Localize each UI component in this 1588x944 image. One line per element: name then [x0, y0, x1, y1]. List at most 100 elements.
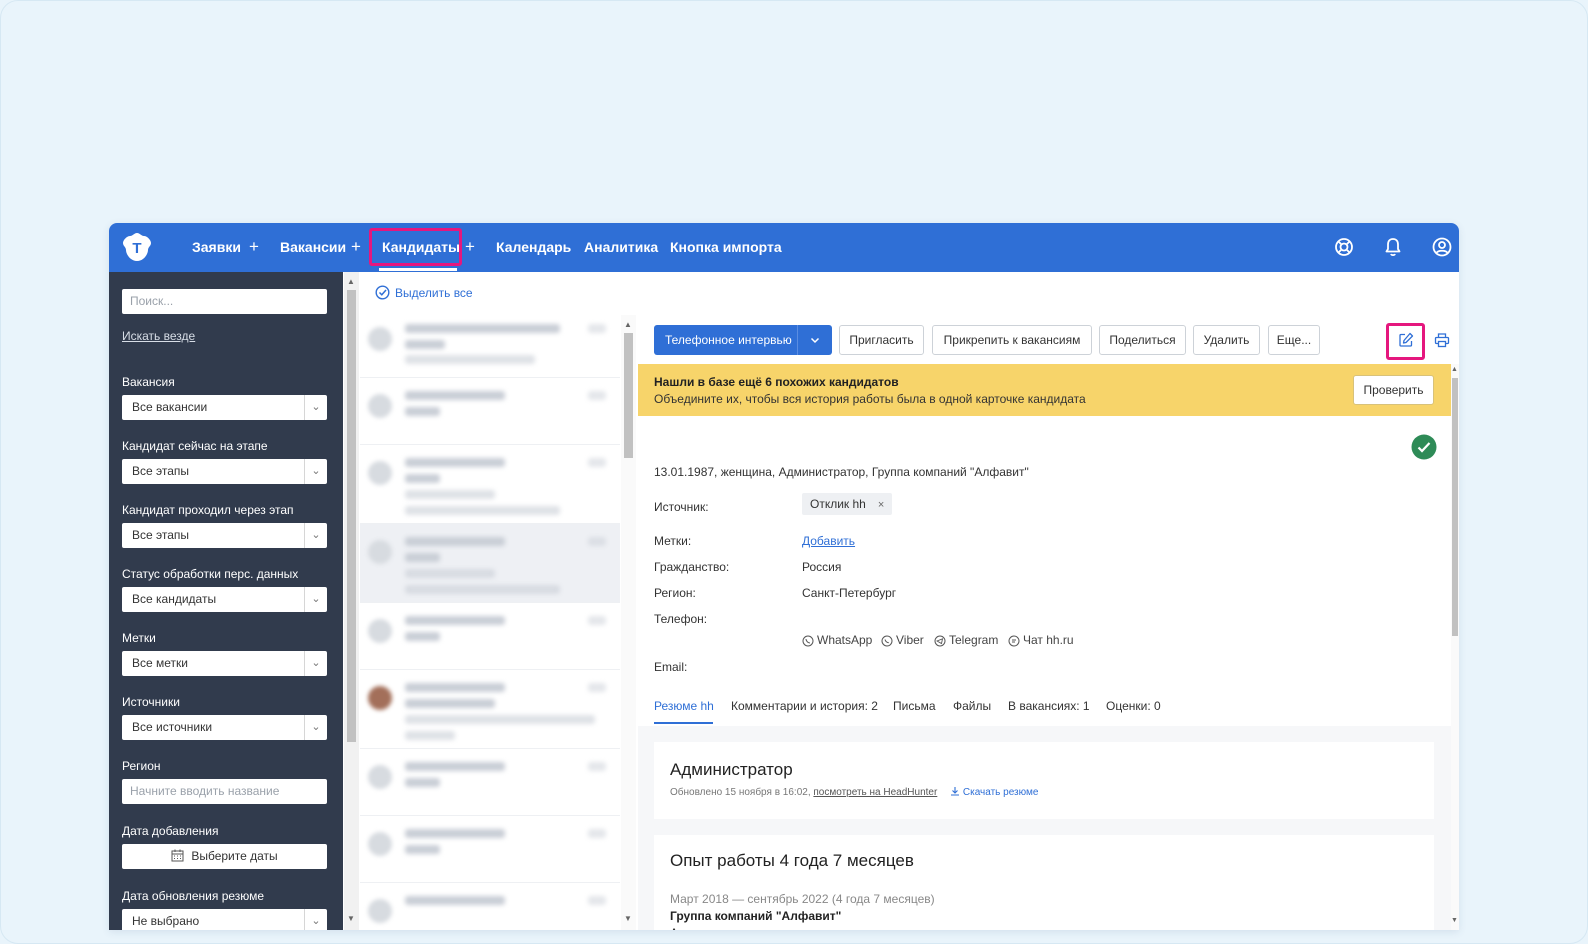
attach-to-vacancies-button[interactable]: Прикрепить к вакансиям: [932, 325, 1092, 355]
scroll-up-arrow-icon[interactable]: ▲: [1451, 366, 1458, 373]
help-lifebuoy-icon[interactable]: [1333, 236, 1355, 258]
resume-title: Администратор: [670, 760, 793, 779]
nav-item-requests[interactable]: Заявки: [192, 223, 241, 272]
check-circle-icon: [375, 285, 390, 300]
filter-passed-stage-value: Все этапы: [132, 528, 190, 542]
nav-item-vacancies[interactable]: Вакансии: [280, 223, 346, 272]
bell-icon[interactable]: [1382, 236, 1404, 258]
filter-sources-value: Все источники: [132, 720, 213, 734]
scroll-down-arrow-icon[interactable]: ▼: [1451, 917, 1458, 924]
tab-letters[interactable]: Письма: [893, 699, 936, 713]
hh-chat-link[interactable]: Чат hh.ru: [1008, 633, 1074, 647]
invite-button[interactable]: Пригласить: [839, 325, 924, 355]
nav-add-candidate-button[interactable]: +: [465, 223, 475, 272]
view-on-headhunter-link[interactable]: посмотреть на HeadHunter: [813, 787, 937, 798]
nav-item-calendar[interactable]: Календарь: [496, 223, 571, 272]
list-item[interactable]: [360, 445, 620, 524]
filter-vacancy-select[interactable]: Все вакансии ⌄: [122, 395, 327, 420]
filter-tags-select[interactable]: Все метки ⌄: [122, 651, 327, 676]
logo-icon[interactable]: T: [122, 232, 152, 262]
candidate-info: 13.01.1987, женщина, Администратор, Груп…: [638, 416, 1451, 726]
list-item[interactable]: [360, 883, 620, 930]
candidate-summary: 13.01.1987, женщина, Администратор, Груп…: [654, 465, 1029, 479]
tab-in-vacancies[interactable]: В вакансиях: 1: [1008, 699, 1090, 713]
filter-resume-update-select[interactable]: Не выбрано ⌄: [122, 909, 327, 930]
list-item[interactable]: [360, 670, 620, 749]
experience-role: Администратор: [670, 926, 757, 930]
filter-current-stage-select[interactable]: Все этапы ⌄: [122, 459, 327, 484]
nav-add-vacancy-button[interactable]: +: [351, 223, 361, 272]
logo-letter: T: [132, 240, 141, 257]
viber-icon: [881, 635, 893, 647]
filter-current-stage-value: Все этапы: [132, 464, 190, 478]
region-input[interactable]: Начните вводить название: [122, 779, 327, 804]
list-scrollbar-outer[interactable]: ▲ ▼: [344, 272, 359, 930]
filter-pd-status-select[interactable]: Все кандидаты ⌄: [122, 587, 327, 612]
list-scrollbar-thumb[interactable]: [347, 290, 356, 742]
filters-sidebar: Поиск... Искать везде Вакансия Все вакан…: [109, 272, 343, 930]
chevron-down-icon[interactable]: [797, 325, 832, 355]
list-item[interactable]: [360, 378, 620, 445]
tab-resume-hh[interactable]: Резюме hh: [654, 699, 714, 713]
top-nav: T Заявки + Вакансии + Кандидаты + Календ…: [109, 223, 1459, 272]
app-window: T Заявки + Вакансии + Кандидаты + Календ…: [109, 223, 1459, 930]
avatar: [368, 619, 392, 643]
download-resume-link[interactable]: Скачать резюме: [950, 787, 1038, 798]
source-chip-text: Отклик hh: [810, 497, 866, 511]
user-profile-icon[interactable]: [1431, 236, 1453, 258]
scroll-up-arrow-icon[interactable]: ▲: [624, 320, 632, 329]
tab-comments-history[interactable]: Комментарии и история: 2: [731, 699, 878, 713]
list-item-selected[interactable]: [360, 524, 620, 603]
candidate-list: [360, 311, 620, 930]
list-item[interactable]: [360, 603, 620, 670]
candidate-list-scrollbar[interactable]: ▲ ▼: [621, 315, 636, 930]
viber-link[interactable]: Viber: [881, 633, 924, 647]
remove-source-close-icon[interactable]: ×: [878, 499, 884, 511]
candidate-list-scrollbar-thumb[interactable]: [624, 333, 633, 458]
scroll-down-arrow-icon[interactable]: ▼: [624, 914, 632, 923]
date-picker-label: Выберите даты: [191, 849, 278, 863]
telegram-label: Telegram: [949, 633, 999, 647]
date-picker-button[interactable]: Выберите даты: [122, 844, 327, 869]
filter-sources-select[interactable]: Все источники ⌄: [122, 715, 327, 740]
whatsapp-link[interactable]: WhatsApp: [802, 633, 872, 647]
tab-ratings[interactable]: Оценки: 0: [1106, 699, 1161, 713]
citizenship-value: Россия: [802, 560, 842, 574]
filter-passed-stage-select[interactable]: Все этапы ⌄: [122, 523, 327, 548]
detail-scrollbar-thumb[interactable]: [1452, 378, 1458, 636]
avatar: [368, 899, 392, 923]
email-label: Email:: [654, 660, 688, 674]
stage-button-label: Телефонное интервью: [665, 333, 792, 347]
edit-icon[interactable]: [1398, 332, 1414, 348]
select-all-button[interactable]: Выделить все: [375, 285, 473, 300]
list-item[interactable]: [360, 749, 620, 816]
avatar: [368, 327, 392, 351]
chat-icon: [1008, 635, 1020, 647]
more-button[interactable]: Еще...: [1268, 325, 1320, 355]
scroll-down-arrow-icon[interactable]: ▼: [347, 914, 355, 923]
filter-pd-status-value: Все кандидаты: [132, 592, 217, 606]
source-label: Источник:: [654, 500, 709, 514]
search-input[interactable]: Поиск...: [122, 289, 327, 314]
nav-add-request-button[interactable]: +: [249, 223, 259, 272]
list-item[interactable]: [360, 816, 620, 883]
tab-files[interactable]: Файлы: [953, 699, 991, 713]
detail-scrollbar[interactable]: ▲ ▼: [1451, 364, 1459, 930]
avatar: [368, 765, 392, 789]
share-button[interactable]: Поделиться: [1099, 325, 1186, 355]
search-everywhere-link[interactable]: Искать везде: [122, 329, 195, 343]
check-duplicates-button[interactable]: Проверить: [1353, 375, 1434, 405]
telegram-link[interactable]: Telegram: [934, 633, 998, 647]
stage-phone-interview-button[interactable]: Телефонное интервью: [654, 325, 832, 355]
candidate-tabs: Резюме hh Комментарии и история: 2 Письм…: [638, 695, 1451, 726]
region-label: Регион:: [654, 586, 696, 600]
experience-title: Опыт работы 4 года 7 месяцев: [670, 851, 914, 870]
add-tag-link[interactable]: Добавить: [802, 534, 855, 548]
nav-item-import-button[interactable]: Кнопка импорта: [670, 223, 782, 272]
scroll-up-arrow-icon[interactable]: ▲: [347, 277, 355, 286]
experience-period: Март 2018 — сентябрь 2022 (4 года 7 меся…: [670, 892, 935, 906]
list-item[interactable]: [360, 311, 620, 378]
nav-item-analytics[interactable]: Аналитика: [584, 223, 658, 272]
print-icon[interactable]: [1434, 332, 1450, 348]
delete-button[interactable]: Удалить: [1193, 325, 1260, 355]
